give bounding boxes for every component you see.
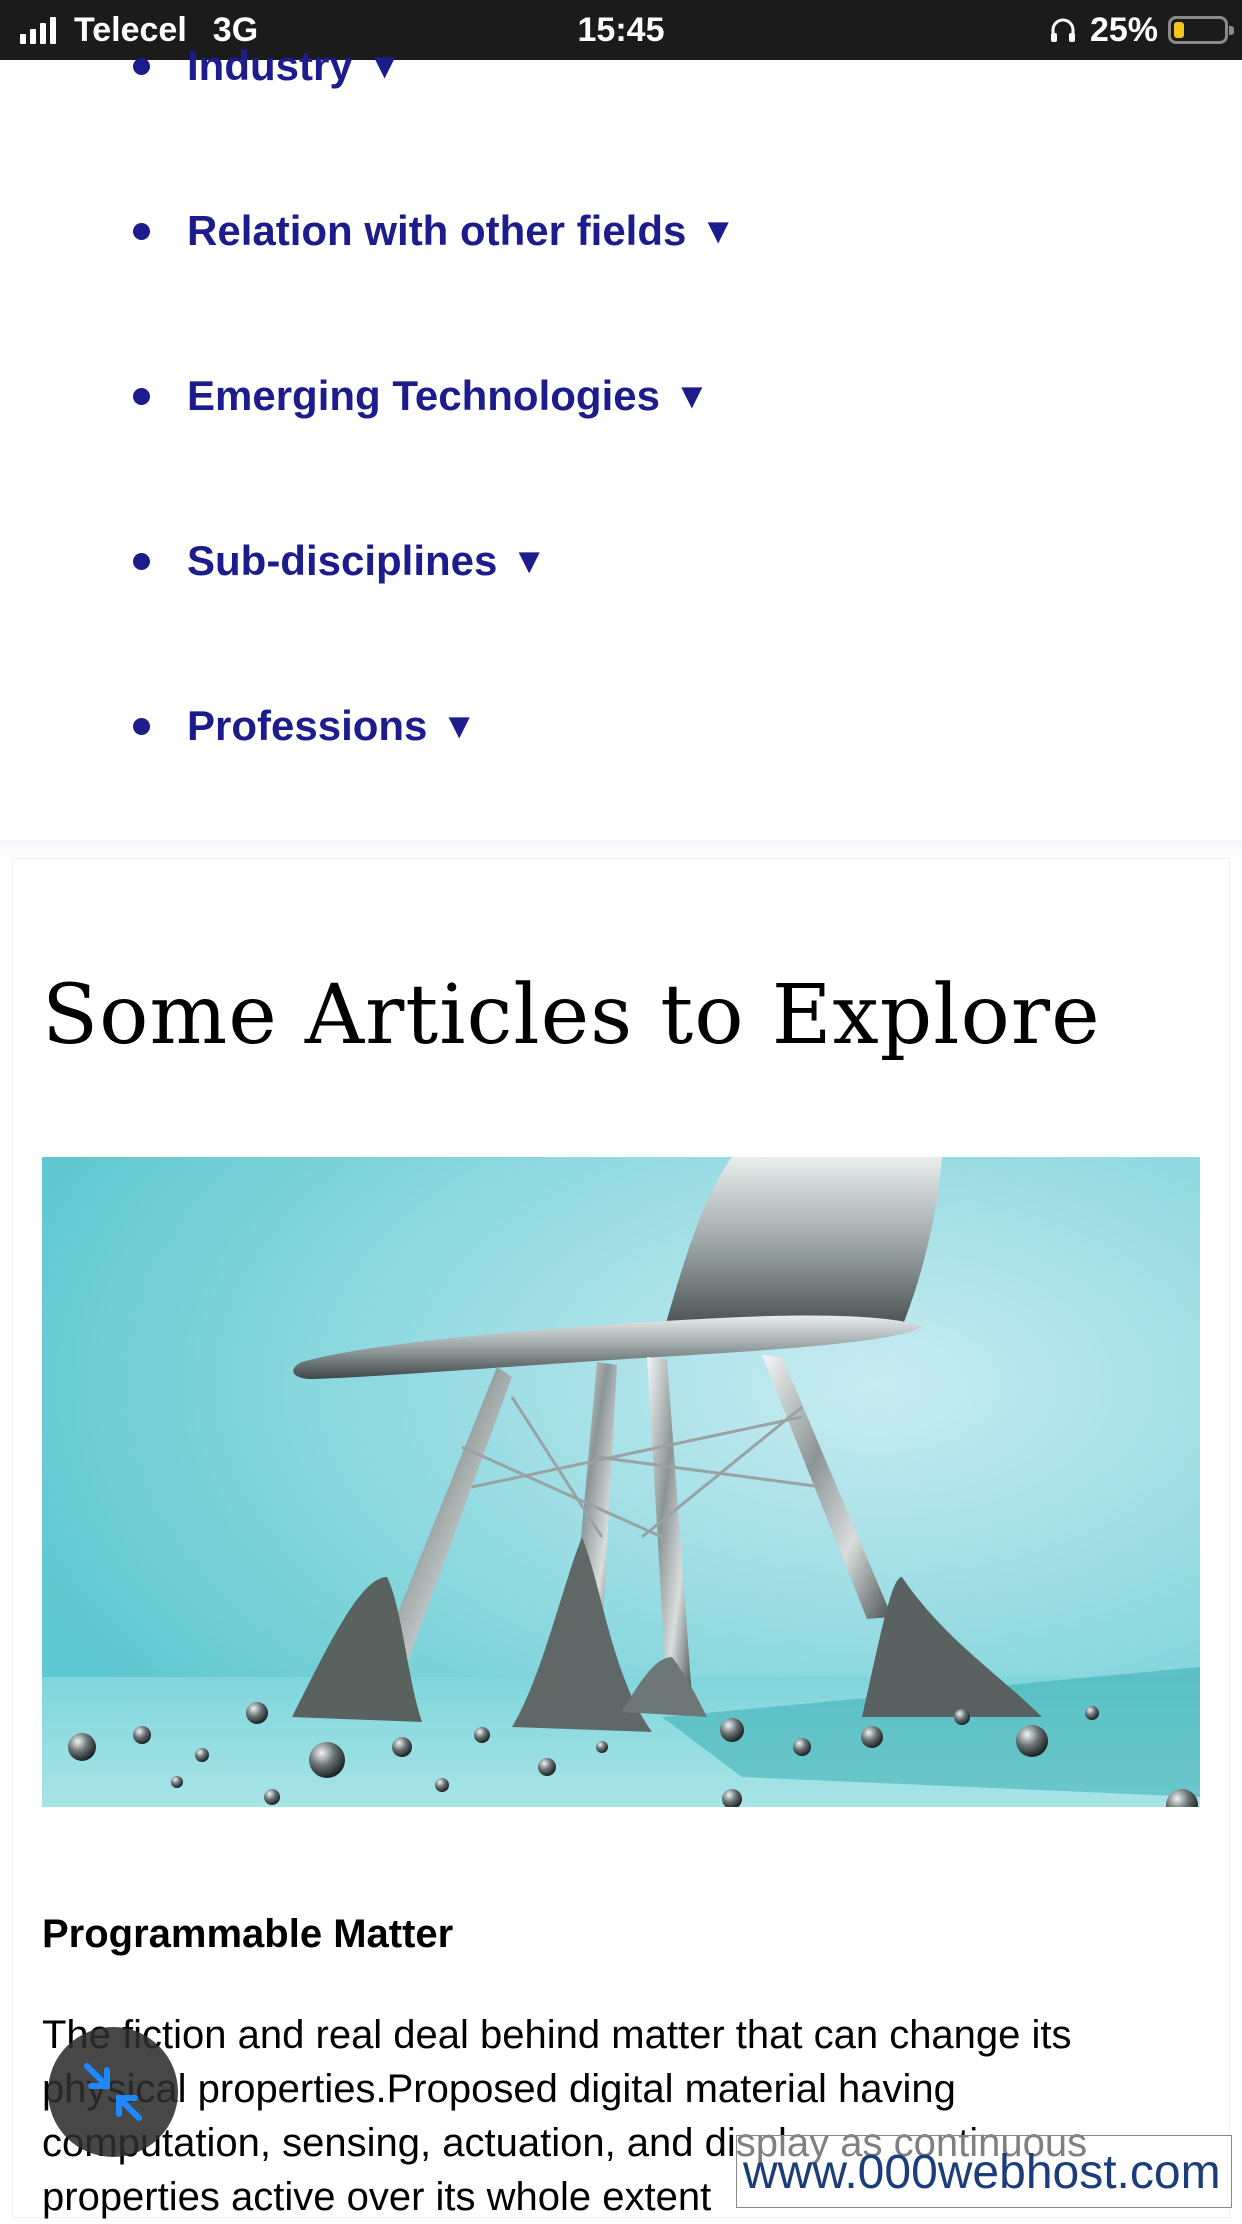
nav-item-industry[interactable]: Industry ▼	[133, 36, 402, 96]
caret-down-icon: ▼	[700, 210, 737, 251]
section-title: Some Articles to Explore	[42, 968, 1101, 1063]
collapse-button[interactable]	[48, 2027, 178, 2157]
bullet-icon	[133, 222, 150, 240]
caret-down-icon: ▼	[441, 705, 478, 746]
nav-item-label: Emerging Technologies	[187, 372, 660, 419]
battery-icon	[1168, 16, 1234, 44]
headphones-icon	[1050, 18, 1075, 42]
bullet-icon	[133, 57, 150, 75]
caret-down-icon: ▼	[366, 45, 403, 86]
card-shadow	[0, 840, 1242, 860]
caret-down-icon: ▼	[673, 375, 710, 416]
collapse-arrows-icon	[84, 2063, 142, 2121]
caret-down-icon: ▼	[511, 540, 548, 581]
nav-item-label: Professions	[187, 702, 428, 749]
article-title[interactable]: Programmable Matter	[42, 1912, 453, 1957]
bullet-icon	[133, 552, 150, 570]
bullet-icon	[133, 717, 150, 735]
nav-item-emerging-technologies[interactable]: Emerging Technologies ▼	[133, 366, 710, 426]
bullet-icon	[133, 387, 150, 405]
host-watermark[interactable]: www.000webhost.com	[736, 2135, 1232, 2208]
nav-item-label: Relation with other fields	[187, 207, 687, 254]
article-image[interactable]	[42, 1157, 1200, 1807]
nav-item-label: Industry	[187, 42, 353, 89]
nav-item-label: Sub-disciplines	[187, 537, 498, 584]
nav-item-professions[interactable]: Professions ▼	[133, 696, 477, 756]
nav-item-relation-with-other-fields[interactable]: Relation with other fields ▼	[133, 201, 736, 261]
chrome-chair-illustration	[42, 1157, 1200, 1807]
status-right: 25%	[1048, 0, 1234, 60]
battery-percent: 25%	[1089, 10, 1158, 49]
nav-item-sub-disciplines[interactable]: Sub-disciplines ▼	[133, 531, 547, 591]
